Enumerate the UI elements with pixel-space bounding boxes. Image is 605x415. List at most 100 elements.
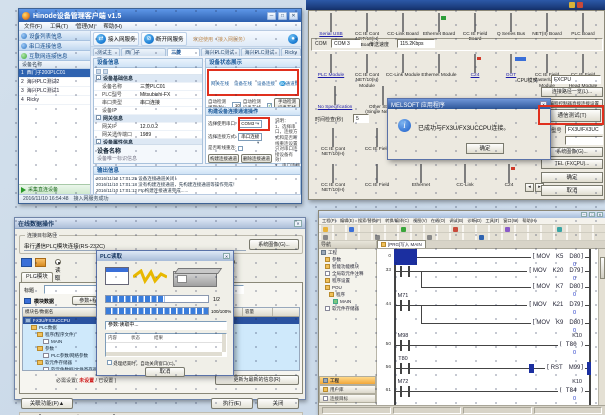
nav-item-pou[interactable]: POU — [319, 284, 376, 291]
nav-tab-user-library[interactable]: 用户库 — [319, 385, 376, 394]
execute-button[interactable]: 执行(E) — [211, 398, 253, 409]
menu-tools[interactable]: 工具(T) — [50, 22, 68, 30]
tab-device[interactable]: Ricky — [281, 48, 301, 56]
scrollbar[interactable] — [222, 334, 226, 352]
cancel-button[interactable]: 取消 — [145, 367, 185, 377]
minimize-icon[interactable]: ─ — [581, 212, 587, 217]
nav-tab-connection[interactable]: 连接目标 — [319, 394, 376, 403]
toolbar-row-2[interactable] — [319, 233, 605, 241]
menu-view[interactable]: 视图(V) — [413, 218, 427, 224]
port-select[interactable]: COM3▾ — [238, 120, 262, 128]
categorize-icon[interactable] — [96, 69, 101, 74]
progress-titlebar[interactable]: PLC读取✕ — [97, 251, 233, 261]
nav-item-main[interactable]: MAIN — [319, 298, 376, 305]
nav-item-device-memory[interactable]: 软元件存储器 — [319, 305, 376, 312]
property-row[interactable]: 串口类型串口连接 — [94, 99, 202, 107]
progress-list[interactable]: 内容 状态 结果 — [105, 333, 227, 357]
sidebar-item-direct-collect[interactable]: 采集直连设备 — [19, 184, 90, 194]
maximize-icon[interactable]: □ — [589, 212, 595, 217]
close-icon[interactable]: ✕ — [289, 12, 298, 20]
connect-service-button[interactable]: ⇄接入网服务 — [93, 32, 139, 46]
system-image-button[interactable]: 系统图像(G)... — [249, 239, 299, 250]
background-window-titlebar[interactable] — [306, 0, 605, 10]
plc-if-got[interactable]: GOT — [493, 55, 529, 78]
pc-if-net2-board[interactable]: NET(II) Board — [529, 14, 565, 37]
timer-coil[interactable]: T80 — [558, 341, 585, 348]
nav-item-intelligent[interactable]: 智能功能模块 — [319, 263, 376, 270]
menu-diagnostics[interactable]: 诊断(D) — [467, 218, 481, 224]
route2-ccie-field[interactable]: CC IE Field — [357, 165, 397, 188]
menu-online[interactable]: 在线(O) — [431, 218, 445, 224]
tab-device-active[interactable]: 三菱PLC06 — [167, 48, 199, 56]
connection-list-button[interactable]: 连接路径一览(L)... — [541, 87, 603, 97]
menu-window[interactable]: 窗口(W) — [503, 218, 518, 224]
pc-if-cclink-board[interactable]: CC-Link Board — [385, 14, 421, 37]
cpu-mode-field[interactable]: FXCPU — [551, 75, 601, 84]
device-row[interactable]: 2海兴PLC测试2 — [19, 78, 90, 87]
time-check-field[interactable]: 5 — [353, 114, 369, 123]
group-row[interactable]: -网关信息 — [94, 115, 202, 123]
minimize-icon[interactable]: ─ — [267, 12, 276, 20]
device-row[interactable]: 3海兴PLC测试1 — [19, 87, 90, 96]
property-row[interactable]: 设备名称三菱PLC01 — [94, 83, 202, 91]
tab-plc-module[interactable]: PLC模块 — [21, 272, 53, 282]
tab-device[interactable]: 西门子200PLC01 — [121, 48, 166, 56]
menu-file[interactable]: 文件(F) — [24, 22, 42, 30]
sidebar-item-device-list[interactable]: 设备列表信息 — [19, 31, 90, 41]
melsoft-titlebar[interactable]: MELSOFT 应用程序✕ — [388, 99, 550, 109]
route2-cclink[interactable]: CC-Link — [445, 165, 485, 188]
line-icon[interactable] — [427, 235, 432, 240]
new-icon[interactable] — [323, 227, 328, 232]
tel-button[interactable]: TEL (FXCPU)... — [541, 159, 603, 169]
reconnect-checkbox[interactable] — [238, 146, 243, 151]
scrollbar[interactable] — [106, 352, 222, 356]
plc-if-c24[interactable]: C24 — [457, 55, 493, 78]
tab-device[interactable]: 海兴PLC测试1 — [241, 48, 280, 56]
sidebar-item-serial[interactable]: 串口连接信息 — [19, 41, 90, 51]
other-station-none[interactable]: No Specification — [313, 87, 357, 110]
nav-item-project[interactable]: 工程 — [319, 249, 376, 256]
menu-find[interactable]: 搜索/替换(F) — [358, 218, 381, 224]
property-row[interactable]: 设备IP — [94, 107, 202, 115]
mov-instruction[interactable]: MOVK7D80 — [531, 283, 585, 290]
plc-if-ethernet-module[interactable]: Ethernet Module — [421, 55, 457, 78]
group-row[interactable]: -设备基础信息 — [94, 75, 202, 83]
col-header[interactable]: 容量 — [243, 308, 273, 316]
mov-instruction[interactable]: MOVK5D80 — [531, 253, 585, 260]
tab-device[interactable]: 海兴PLC测试2 — [201, 48, 240, 56]
monitor-icon[interactable] — [505, 227, 510, 232]
menu-manage[interactable]: 管理(M) — [76, 22, 95, 30]
ok-button[interactable]: 确定 — [541, 172, 603, 183]
open-icon[interactable] — [349, 227, 354, 232]
sidebar-item-internet[interactable]: 互联网连接信息 — [19, 51, 90, 61]
menu-debug[interactable]: 调试(B) — [449, 218, 463, 224]
dialog-titlebar[interactable]: 在线数据操作✕ — [15, 218, 305, 229]
property-row[interactable]: PLC型号Mitsubishi-FX — [94, 91, 202, 99]
contact-icon[interactable] — [323, 235, 328, 240]
tab-home[interactable]: 测试主页 — [93, 48, 120, 56]
nav-item-global-comment[interactable]: 全局软元件注释 — [319, 270, 376, 277]
related-functions-button[interactable]: 关联功能(F)▲ — [21, 398, 73, 409]
mov-instruction[interactable]: MOVK9D80 — [531, 319, 585, 326]
nav-item-program[interactable]: 程序 — [319, 291, 376, 298]
toolbar-row-1[interactable] — [319, 225, 605, 233]
refresh-button[interactable]: 更新为最新的信息(R) — [215, 375, 299, 385]
nav-item-parameter[interactable]: 参数 — [319, 256, 376, 263]
rst-instruction[interactable]: RSTM99 — [545, 364, 585, 371]
device-row[interactable]: 4Ricky — [19, 96, 90, 105]
mov-instruction[interactable]: MOVK20D79 — [527, 267, 585, 274]
close-icon[interactable]: ✕ — [597, 212, 603, 217]
route2-ccie-cont[interactable]: CC IE Cont NET/10(H) — [313, 165, 353, 194]
pc-if-qseries-bus[interactable]: Q Series Bus — [493, 14, 529, 37]
collapse-icon[interactable]: - — [96, 115, 101, 120]
route-ccie-cont[interactable]: CC IE Cont NET/10(H) — [313, 129, 353, 158]
cancel-button[interactable]: 取消 — [541, 185, 603, 196]
menu-edit[interactable]: 编辑(E) — [340, 218, 354, 224]
sort-icon[interactable] — [103, 69, 108, 74]
titlebar[interactable]: ─□✕ — [319, 211, 605, 218]
scroll-left-button[interactable]: ◂ — [525, 183, 534, 192]
auto-close-option[interactable]: 处理结束时，自动关闭窗口(C)。 — [107, 360, 178, 367]
close-icon[interactable]: ✕ — [223, 253, 230, 259]
convert-icon[interactable] — [479, 235, 484, 240]
timer-coil[interactable]: T84 — [558, 387, 585, 394]
